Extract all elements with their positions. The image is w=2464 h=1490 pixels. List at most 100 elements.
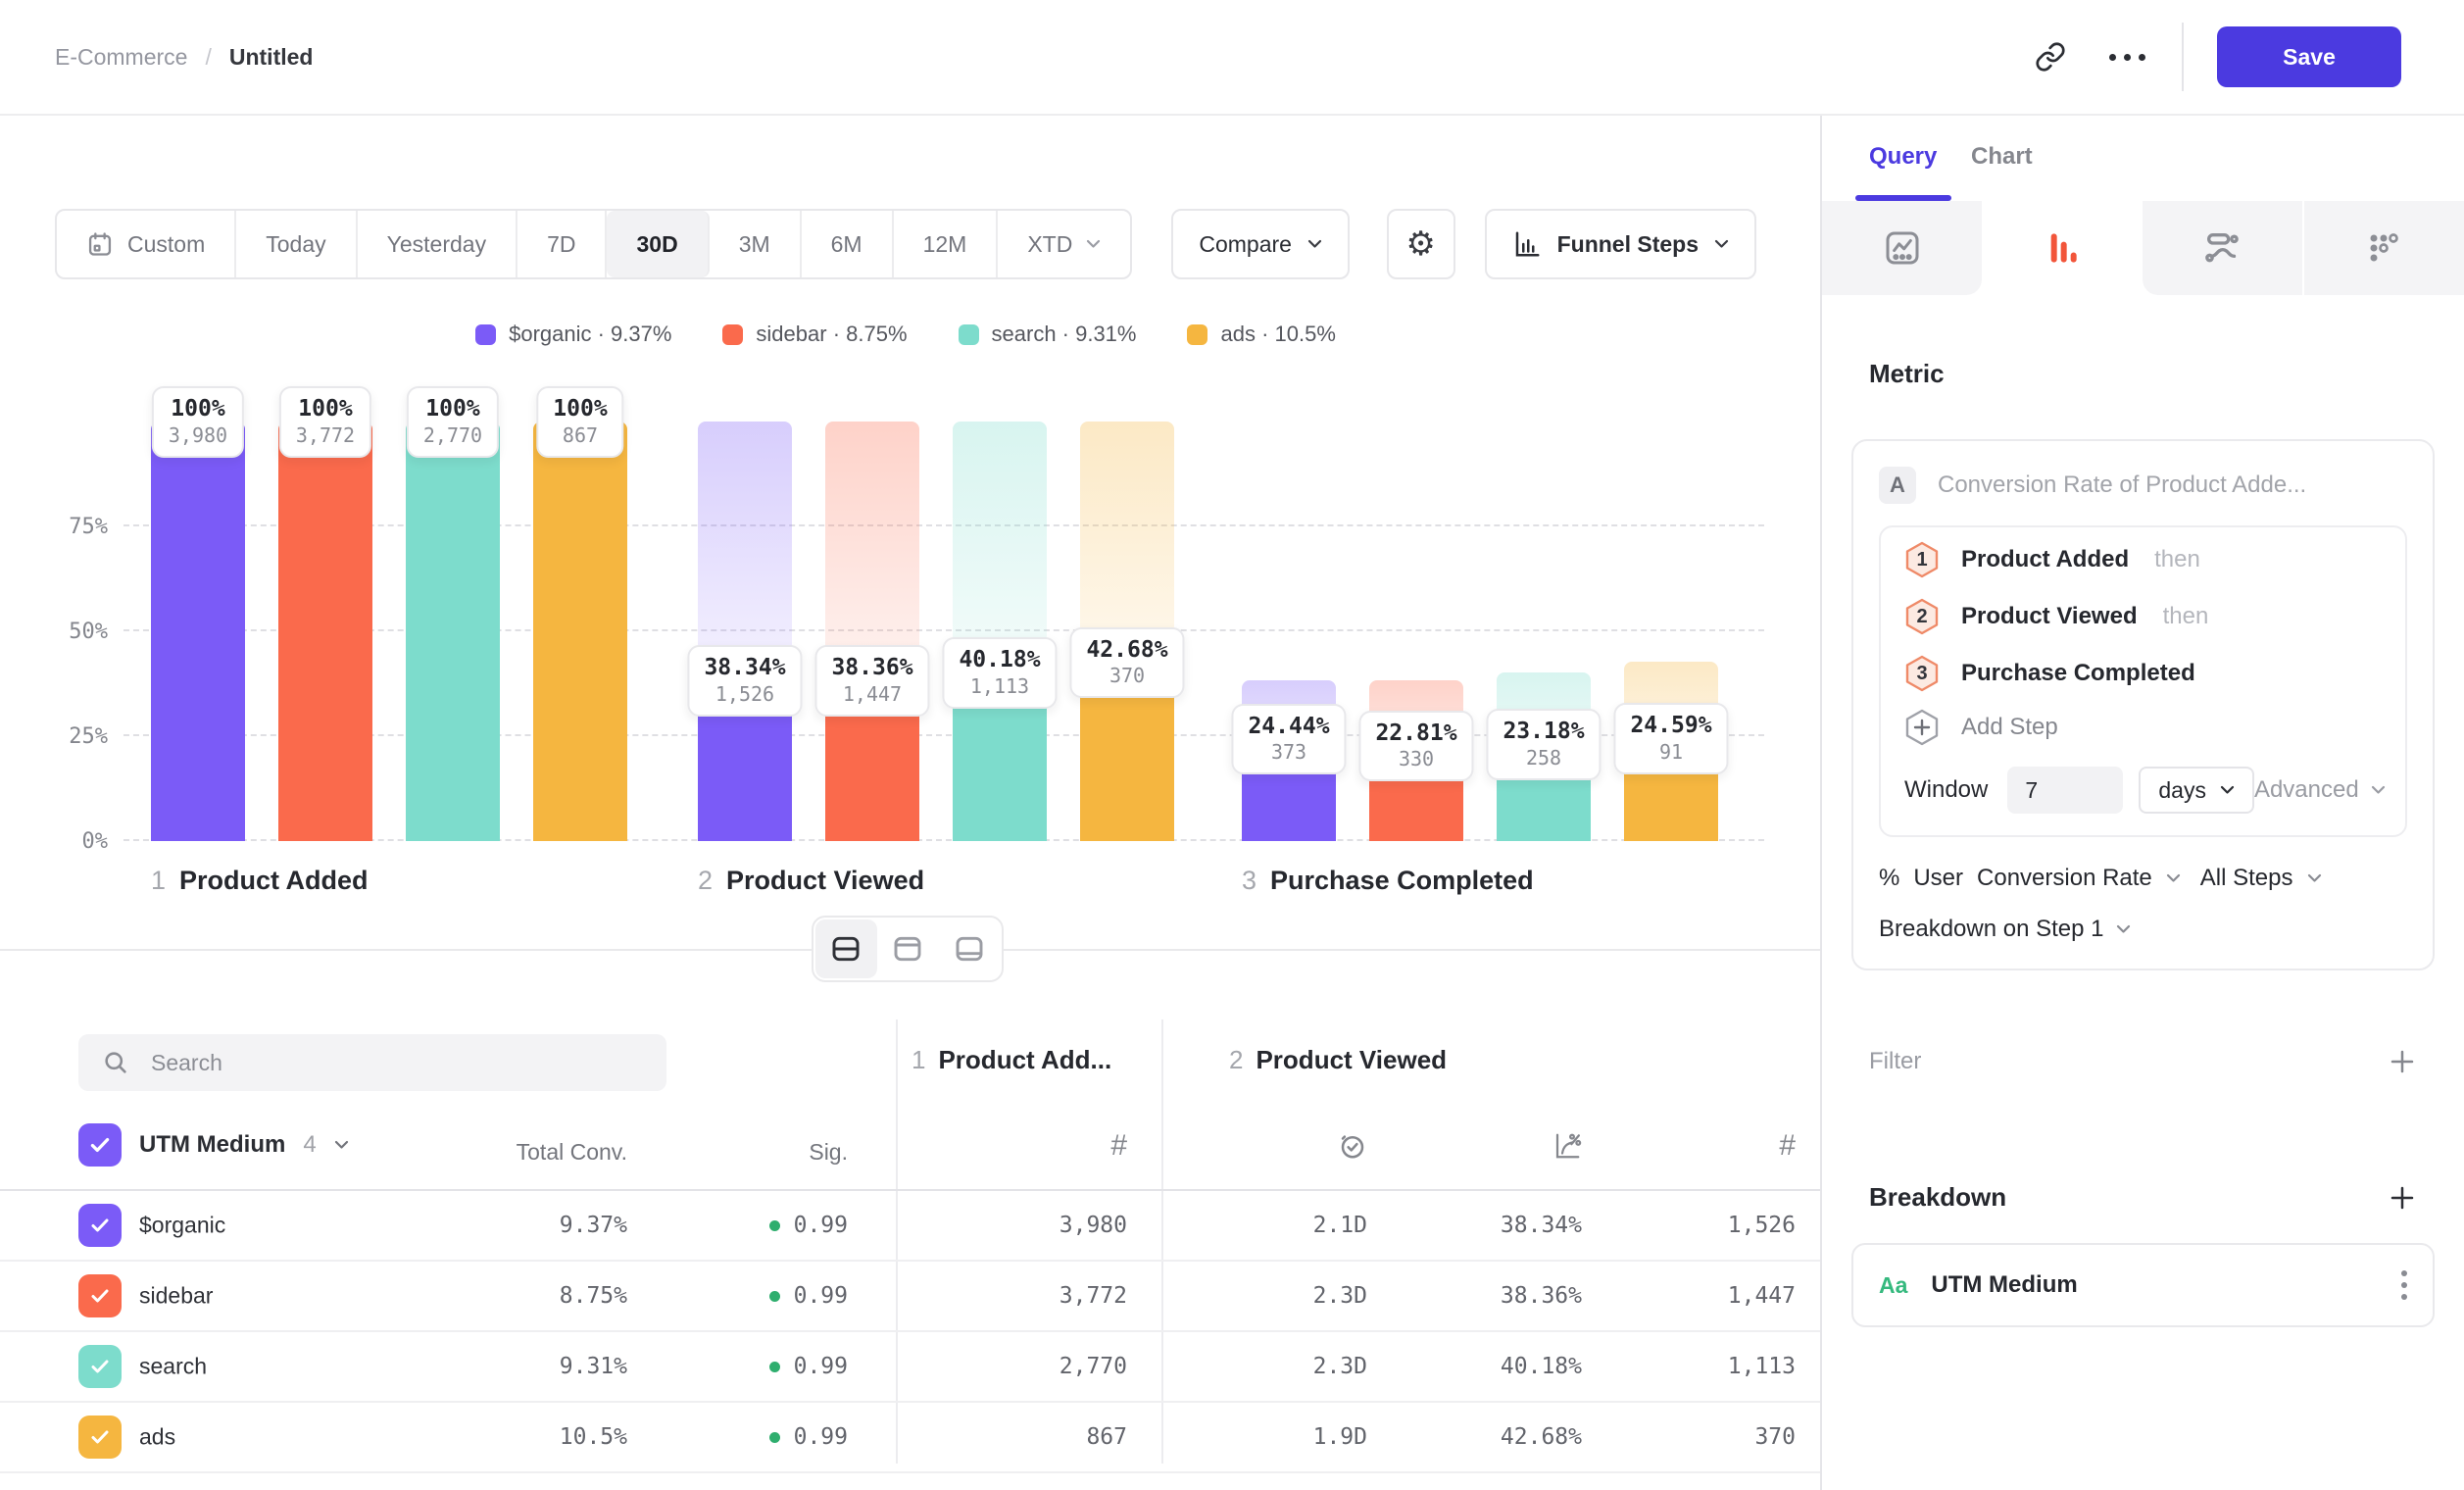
bar-$organic-step-3[interactable]: 24.44% 373 [1242,372,1336,841]
step-event-name: Purchase Completed [1961,660,2195,687]
date-range-3m[interactable]: 3M [710,211,802,277]
table-group-step2: 2 Product Viewed [1229,1045,1447,1075]
metric-formula-row[interactable]: A Conversion Rate of Product Adde... [1879,467,2407,504]
kebab-menu-icon[interactable] [2401,1270,2407,1300]
filter-label: Filter [1869,1048,1921,1075]
column-header-total-conv[interactable]: Total Conv. [517,1139,627,1166]
row-checkbox[interactable] [78,1204,122,1247]
bar-sidebar-step-3[interactable]: 22.81% 330 [1369,372,1463,841]
measure-level[interactable]: User [1913,865,1963,892]
bar-value-label: 42.68% 370 [1069,627,1184,699]
chart-type-label: Funnel Steps [1557,231,1699,258]
row-checkbox[interactable] [78,1274,122,1317]
add-filter-button[interactable] [2388,1047,2417,1076]
select-all-checkbox[interactable] [78,1123,122,1167]
legend-item[interactable]: $organic · 9.37% [475,322,671,347]
bar-ads-step-1[interactable]: 100% 867 [533,372,627,841]
add-step-button[interactable]: Add Step [1904,702,2382,753]
bar-value-label: 22.81% 330 [1358,711,1473,782]
column-header-sig[interactable]: Sig. [809,1139,848,1166]
bar-$organic-step-2[interactable]: 38.34% 1,526 [698,372,792,841]
chevron-down-icon[interactable] [334,1140,349,1150]
window-unit-select[interactable]: days [2139,767,2254,814]
bar-pct: 100% [423,395,482,423]
bar-count: 3,772 [296,423,355,448]
breakdown-on-step-row[interactable]: Breakdown on Step 1 [1879,916,2407,943]
row-checkbox[interactable] [78,1345,122,1388]
share-link-icon[interactable] [2029,35,2072,78]
bar-ads-step-3[interactable]: 24.59% 91 [1624,372,1718,841]
y-axis-tick: 50% [55,620,108,644]
row-name: sidebar [139,1283,213,1310]
row-step2-time: 2.3D [1313,1283,1367,1309]
legend-item[interactable]: search · 9.31% [959,322,1137,347]
compare-button[interactable]: Compare [1171,209,1350,279]
tab-query[interactable]: Query [1869,143,1937,171]
bar-value-label: 24.59% 91 [1613,703,1728,774]
bar-search-step-2[interactable]: 40.18% 1,113 [953,372,1047,841]
bar-count: 370 [1086,664,1167,688]
bar-sidebar-step-1[interactable]: 100% 3,772 [278,372,372,841]
chart-type-button[interactable]: Funnel Steps [1485,209,1756,279]
bar-search-step-3[interactable]: 23.18% 258 [1497,372,1591,841]
table-row-organic[interactable]: $organic 9.37% 0.99 3,980 2.1D 38.34% 1,… [0,1191,1820,1262]
date-range-custom[interactable]: Custom [57,211,236,277]
measure-prefix: % [1879,865,1899,892]
bar-ads-step-2[interactable]: 42.68% 370 [1080,372,1174,841]
bar-pct: 42.68% [1086,636,1167,665]
table-row-search[interactable]: search 9.31% 0.99 2,770 2.3D 40.18% 1,11… [0,1332,1820,1403]
date-range-7d[interactable]: 7D [517,211,607,277]
bar-search-step-1[interactable]: 100% 2,770 [406,372,500,841]
date-range-6m[interactable]: 6M [802,211,894,277]
metric-step-3[interactable]: 3 Purchase Completed [1904,645,2382,702]
table-row-sidebar[interactable]: sidebar 8.75% 0.99 3,772 2.3D 38.36% 1,4… [0,1262,1820,1332]
analysis-tab-funnel-bars[interactable] [1982,201,2142,295]
tab-chart[interactable]: Chart [1971,143,2033,171]
table-breakdown-header: UTM Medium 4 [78,1123,349,1167]
date-range-today[interactable]: Today [236,211,357,277]
add-breakdown-button[interactable] [2388,1183,2417,1213]
measure-scope[interactable]: All Steps [2200,865,2293,892]
breakdown-column-label[interactable]: UTM Medium [139,1131,285,1159]
row-significance: 0.99 [769,1213,848,1238]
date-range-30d[interactable]: 30D [607,211,709,277]
bar-pct: 23.18% [1503,718,1584,746]
legend-item[interactable]: sidebar · 8.75% [722,322,907,347]
metric-step-2[interactable]: 2 Product Viewed then [1904,588,2382,645]
funnel-chart: 0%25%50%75% 100% 3,980 100% 3,772 100% 2… [55,372,1764,841]
legend-swatch [959,324,979,345]
analysis-tab-retention-dots[interactable] [2302,201,2464,295]
add-step-label: Add Step [1961,714,2058,741]
bar-$organic-step-1[interactable]: 100% 3,980 [151,372,245,841]
row-checkbox[interactable] [78,1416,122,1459]
analysis-tab-line-chart[interactable] [1822,201,1982,295]
query-panel: Query Chart Metric A Conversion Rate of … [1820,116,2464,1490]
bar-sidebar-step-2[interactable]: 38.36% 1,447 [825,372,919,841]
more-menu-icon[interactable] [2105,35,2148,78]
breakdown-item[interactable]: Aa UTM Medium [1851,1243,2435,1327]
hexagon-plus-icon [1904,708,1940,747]
date-range-12m[interactable]: 12M [894,211,999,277]
breadcrumb-current[interactable]: Untitled [229,44,314,71]
split-view-button[interactable] [815,919,877,978]
measure-metric[interactable]: Conversion Rate [1977,865,2152,892]
legend-item[interactable]: ads · 10.5% [1187,322,1335,347]
table-only-view-button[interactable] [938,919,1000,978]
breadcrumb-parent[interactable]: E-Commerce [55,44,187,71]
save-button[interactable]: Save [2217,26,2401,87]
row-step1-count: 3,772 [1060,1283,1127,1309]
step-number: 2 [1229,1045,1243,1075]
search-input[interactable] [149,1049,643,1077]
window-value-input[interactable] [2007,767,2123,814]
date-range-yesterday[interactable]: Yesterday [358,211,517,277]
date-range-xtd[interactable]: XTD [998,211,1130,277]
bar-pct: 38.36% [831,654,912,682]
metric-step-1[interactable]: 1 Product Added then [1904,531,2382,588]
chart-only-view-button[interactable] [877,919,939,978]
analysis-tab-flows[interactable] [2143,201,2302,295]
bar-group-step-3: 24.44% 373 22.81% 330 23.18% 258 24.59% … [1242,372,1718,841]
breadcrumb: E-Commerce / Untitled [55,44,313,71]
advanced-toggle[interactable]: Advanced [2254,776,2386,804]
settings-button[interactable]: ⚙ [1387,209,1455,279]
table-row-ads[interactable]: ads 10.5% 0.99 867 1.9D 42.68% 370 [0,1403,1820,1473]
